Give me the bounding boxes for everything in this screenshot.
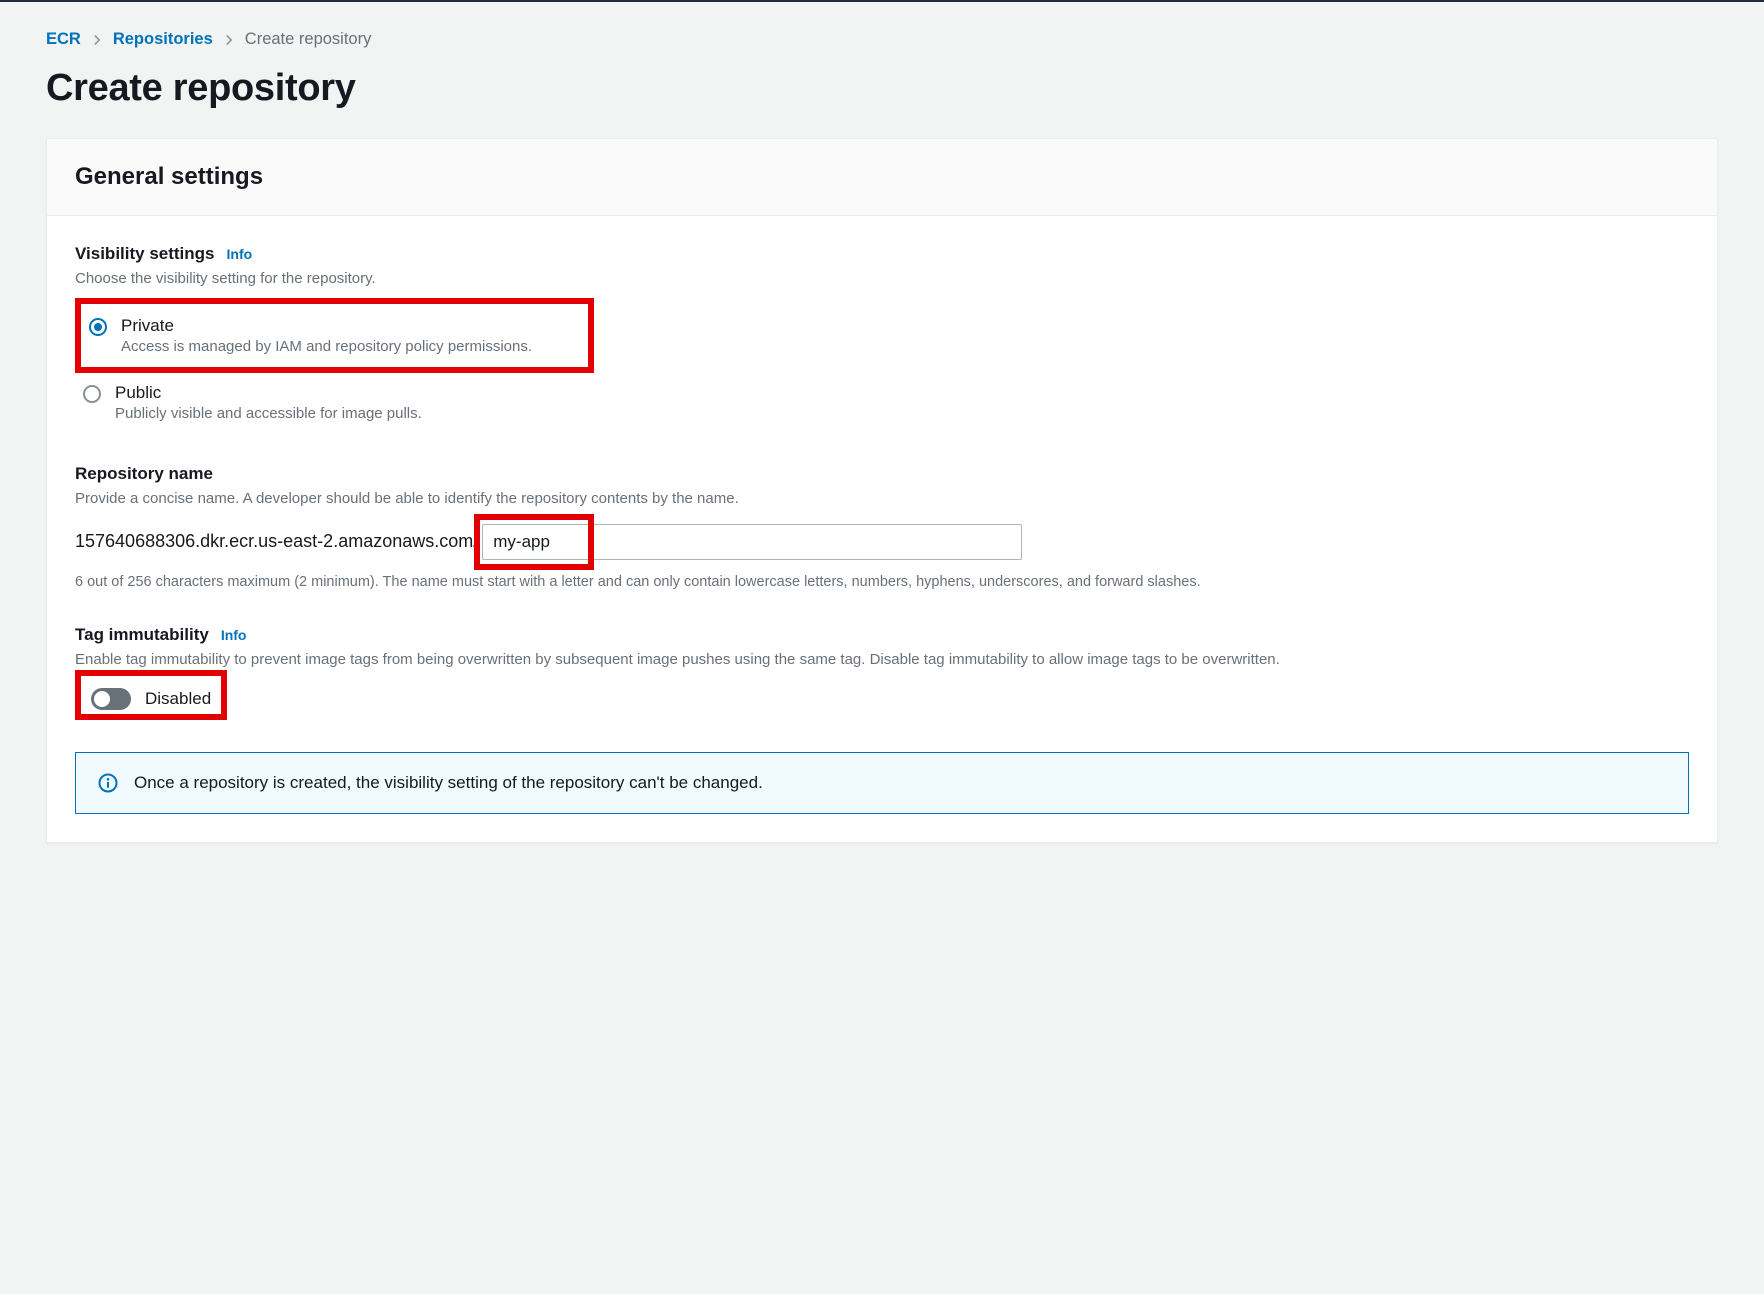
chevron-right-icon [223,34,235,46]
general-settings-panel: General settings Visibility settings Inf… [46,138,1718,843]
toggle-state-label: Disabled [145,689,211,709]
repo-name-input[interactable] [482,524,1022,560]
tag-immutability-label: Tag immutability [75,625,209,645]
info-alert: Once a repository is created, the visibi… [75,752,1689,814]
breadcrumb-current: Create repository [245,30,372,49]
alert-text: Once a repository is created, the visibi… [134,773,763,793]
visibility-option-sub: Publicly visible and accessible for imag… [115,405,422,422]
tag-immutability-info-link[interactable]: Info [221,627,247,643]
breadcrumb-repositories[interactable]: Repositories [113,30,213,49]
highlight-toggle: Disabled [75,670,227,720]
repo-name-field: Repository name Provide a concise name. … [75,464,1689,593]
radio-private[interactable] [89,318,107,336]
visibility-label: Visibility settings [75,244,215,264]
visibility-field: Visibility settings Info Choose the visi… [75,244,1689,432]
radio-public[interactable] [83,385,101,403]
visibility-option-public[interactable]: Public Publicly visible and accessible f… [75,373,1689,432]
tag-immutability-desc: Enable tag immutability to prevent image… [75,649,1689,671]
panel-title: General settings [75,163,1689,191]
page-title: Create repository [46,67,1718,110]
toggle-knob [94,691,110,707]
breadcrumb: ECR Repositories Create repository [46,30,1718,49]
tag-immutability-field: Tag immutability Info Enable tag immutab… [75,625,1689,721]
breadcrumb-ecr[interactable]: ECR [46,30,81,49]
repo-name-label: Repository name [75,464,213,484]
highlight-private: Private Access is managed by IAM and rep… [75,298,594,373]
visibility-option-title: Private [121,316,532,336]
visibility-desc: Choose the visibility setting for the re… [75,268,1689,290]
repo-uri-prefix: 157640688306.dkr.ecr.us-east-2.amazonaws… [75,531,482,552]
visibility-option-private[interactable]: Private Access is managed by IAM and rep… [81,306,540,365]
chevron-right-icon [91,34,103,46]
repo-name-hint: 6 out of 256 characters maximum (2 minim… [75,572,1689,593]
visibility-option-title: Public [115,383,422,403]
panel-header: General settings [47,139,1717,216]
visibility-option-sub: Access is managed by IAM and repository … [121,338,532,355]
tag-immutability-toggle[interactable] [91,688,131,710]
repo-name-desc: Provide a concise name. A developer shou… [75,488,1689,510]
visibility-info-link[interactable]: Info [227,246,253,262]
info-icon [98,773,118,793]
